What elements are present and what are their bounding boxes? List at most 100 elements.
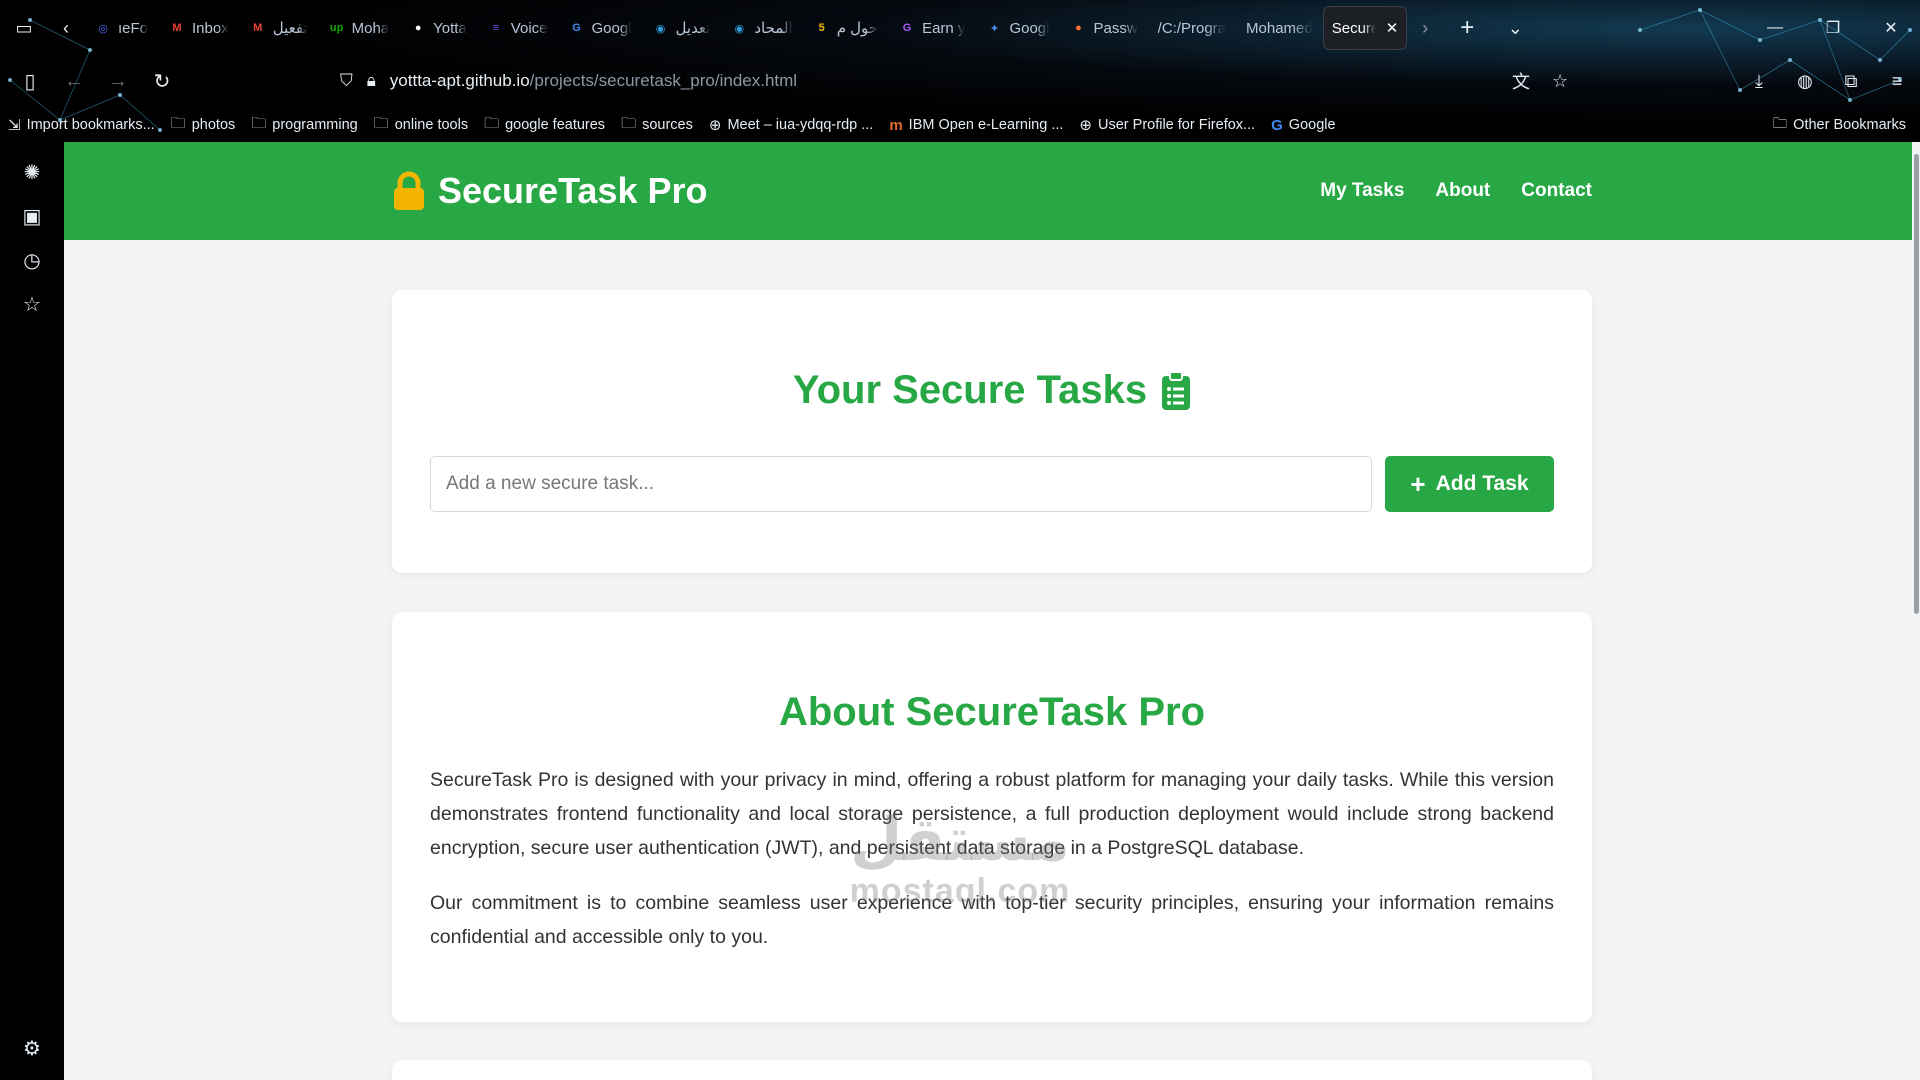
chatbot-icon[interactable]: ✺ (0, 150, 64, 194)
tab-item[interactable]: ◉ تعديل (642, 6, 721, 50)
five-icon: 5 (818, 22, 825, 34)
bookmark-label: photos (191, 117, 236, 133)
bookmark-item[interactable]: ⇲ Import bookmarks... (0, 116, 163, 134)
history-icon[interactable]: ◷ (0, 238, 64, 282)
tab-item[interactable]: M Inbox (158, 6, 239, 50)
next-card (392, 1060, 1592, 1080)
new-tab-icon[interactable]: + (1443, 0, 1491, 56)
reload-icon[interactable]: ↻ (140, 56, 184, 106)
brand-name: SecureTask Pro (438, 170, 708, 211)
bookmark-item[interactable]: ⊕ Meet – iua-ydqq-rdp ... (701, 116, 881, 134)
circle-icon: ◉ (734, 22, 745, 35)
about-card: About SecureTask Pro SecureTask Pro is d… (392, 612, 1592, 1022)
globe-icon: ⊕ (708, 117, 722, 134)
settings-gear-icon[interactable]: ⚙ (0, 1026, 64, 1070)
toolbar-right: ⤓ ◍ ⧉ ≡ (1736, 56, 1920, 106)
url-path: /projects/securetask_pro/index.html (529, 71, 798, 90)
translate-icon[interactable]: 文 (1512, 68, 1530, 94)
bookmark-item[interactable]: 🗀︎ sources (613, 113, 701, 138)
bookmark-label: sources (642, 117, 693, 133)
forward-icon[interactable]: → (96, 56, 140, 106)
ibm-icon: m (889, 116, 903, 134)
tab-active[interactable]: SecureT ✕ (1322, 6, 1408, 50)
url-bar[interactable]: ⛉ 🔒︎ yottta-apt.github.io/projects/secur… (340, 64, 797, 98)
web-page: SecureTask Pro My Tasks About Contact Yo… (64, 142, 1920, 1080)
site-header: SecureTask Pro My Tasks About Contact (64, 142, 1920, 240)
nav-link-contact[interactable]: Contact (1521, 180, 1592, 202)
tab-item[interactable]: ◎ ıeFo (84, 6, 158, 50)
bookmark-label: google features (505, 117, 606, 133)
circle-icon: ◉ (655, 22, 666, 35)
tab-item[interactable]: 5 حول م (803, 6, 888, 50)
bookmark-item[interactable]: 🗀︎ google features (476, 113, 613, 138)
lock-url-icon[interactable]: 🔒︎ (367, 71, 376, 91)
google-icon: G (1271, 116, 1283, 134)
about-title: About SecureTask Pro (778, 690, 1206, 734)
minimize-icon[interactable]: — (1746, 19, 1804, 37)
site-brand[interactable]: SecureTask Pro (392, 170, 707, 212)
tab-item[interactable]: ● Yotta (399, 6, 477, 50)
account-icon[interactable]: ◍ (1782, 71, 1828, 92)
gemini-icon: ✦ (989, 22, 1000, 35)
tab-item[interactable]: ✦ Googl (975, 6, 1059, 50)
tab-item[interactable]: ◉ المحاد (720, 6, 802, 50)
tab-item[interactable]: G Earn y (888, 6, 975, 50)
tab-scroll-right-icon[interactable]: › (1407, 0, 1443, 56)
plus-icon: + (1410, 469, 1426, 499)
tab-item[interactable]: ● Passw (1059, 6, 1147, 50)
bookmarks-star-icon[interactable]: ☆ (0, 282, 64, 326)
nav-link-my-tasks[interactable]: My Tasks (1320, 180, 1404, 202)
gmail-icon: M (253, 22, 263, 34)
upwork-icon: up (329, 22, 344, 34)
bookmark-star-icon[interactable]: ☆ (1552, 71, 1568, 92)
bookmark-label: Google (1288, 117, 1336, 133)
tab-title: Voice (510, 19, 548, 37)
bookmark-item[interactable]: m IBM Open e-Learning ... (881, 117, 1071, 134)
task-input[interactable] (430, 456, 1372, 512)
shield-icon[interactable]: ⛉ (340, 71, 353, 91)
tab-title: Earn y (922, 19, 966, 37)
bookmark-label: programming (272, 117, 358, 133)
bookmark-item[interactable]: 🗀︎ programming (243, 113, 365, 138)
tab-item[interactable]: Mohamed (1236, 6, 1323, 50)
notes-icon: ≡ (492, 22, 499, 34)
synced-tabs-icon[interactable]: ▣ (0, 194, 64, 238)
bookmark-label: online tools (394, 117, 469, 133)
tab-title: SecureT (1331, 19, 1376, 37)
about-paragraph-1: SecureTask Pro is designed with your pri… (430, 769, 1554, 859)
about-text: SecureTask Pro is designed with your pri… (430, 763, 1554, 954)
window-close-icon[interactable]: ✕ (1862, 18, 1920, 38)
bookmarks-toolbar: ⇲ Import bookmarks... 🗀︎ photos 🗀︎ programmin… (0, 108, 1920, 142)
bookmark-list: ⇲ Import bookmarks... 🗀︎ photos 🗀︎ programmin… (0, 113, 1344, 138)
bookmark-item[interactable]: 🗀︎ online tools (366, 113, 476, 138)
download-icon[interactable]: ⤓ (1736, 71, 1782, 92)
tab-scroll-left-icon[interactable]: ‹ (48, 0, 84, 56)
other-bookmarks[interactable]: 🗀︎ Other Bookmarks (1773, 108, 1906, 142)
extensions-icon[interactable]: ⧉ (1828, 71, 1874, 92)
tab-item[interactable]: M تفعيل (239, 6, 318, 50)
firefox-icon: ● (1075, 22, 1082, 34)
tab-item[interactable]: up Moha (318, 6, 400, 50)
close-icon[interactable]: ✕ (1386, 19, 1399, 37)
page-scrollbar[interactable] (1912, 142, 1920, 1080)
bookmark-item[interactable]: 🗀︎ photos (163, 113, 244, 138)
add-task-button[interactable]: + Add Task (1385, 456, 1554, 512)
firefox-view-icon[interactable]: ▭ (0, 0, 48, 56)
tab-item[interactable]: ≡ Voice (477, 6, 558, 50)
chevron-down-icon[interactable]: ⌄ (1491, 0, 1539, 56)
tab-title: Yotta (433, 19, 467, 37)
sidebar-toggle-icon[interactable]: ▯ (8, 56, 52, 106)
tab-title: تعديل (675, 20, 711, 37)
import-icon: ⇲ (8, 117, 21, 134)
folder-icon: 🗀︎ (1772, 115, 1788, 132)
menu-icon[interactable]: ≡ (1874, 71, 1920, 92)
bookmark-item[interactable]: ⊕ User Profile for Firefox... (1071, 116, 1263, 134)
scrollbar-thumb[interactable] (1914, 154, 1919, 614)
tab-item[interactable]: /C:/Progra (1148, 6, 1236, 50)
restore-icon[interactable]: ❐ (1804, 18, 1862, 38)
nav-link-about[interactable]: About (1435, 180, 1490, 202)
clipboard-list-icon (1162, 370, 1191, 410)
back-icon[interactable]: ← (52, 56, 96, 106)
bookmark-item[interactable]: G Google (1263, 117, 1343, 134)
tab-item[interactable]: G Googl (558, 6, 642, 50)
